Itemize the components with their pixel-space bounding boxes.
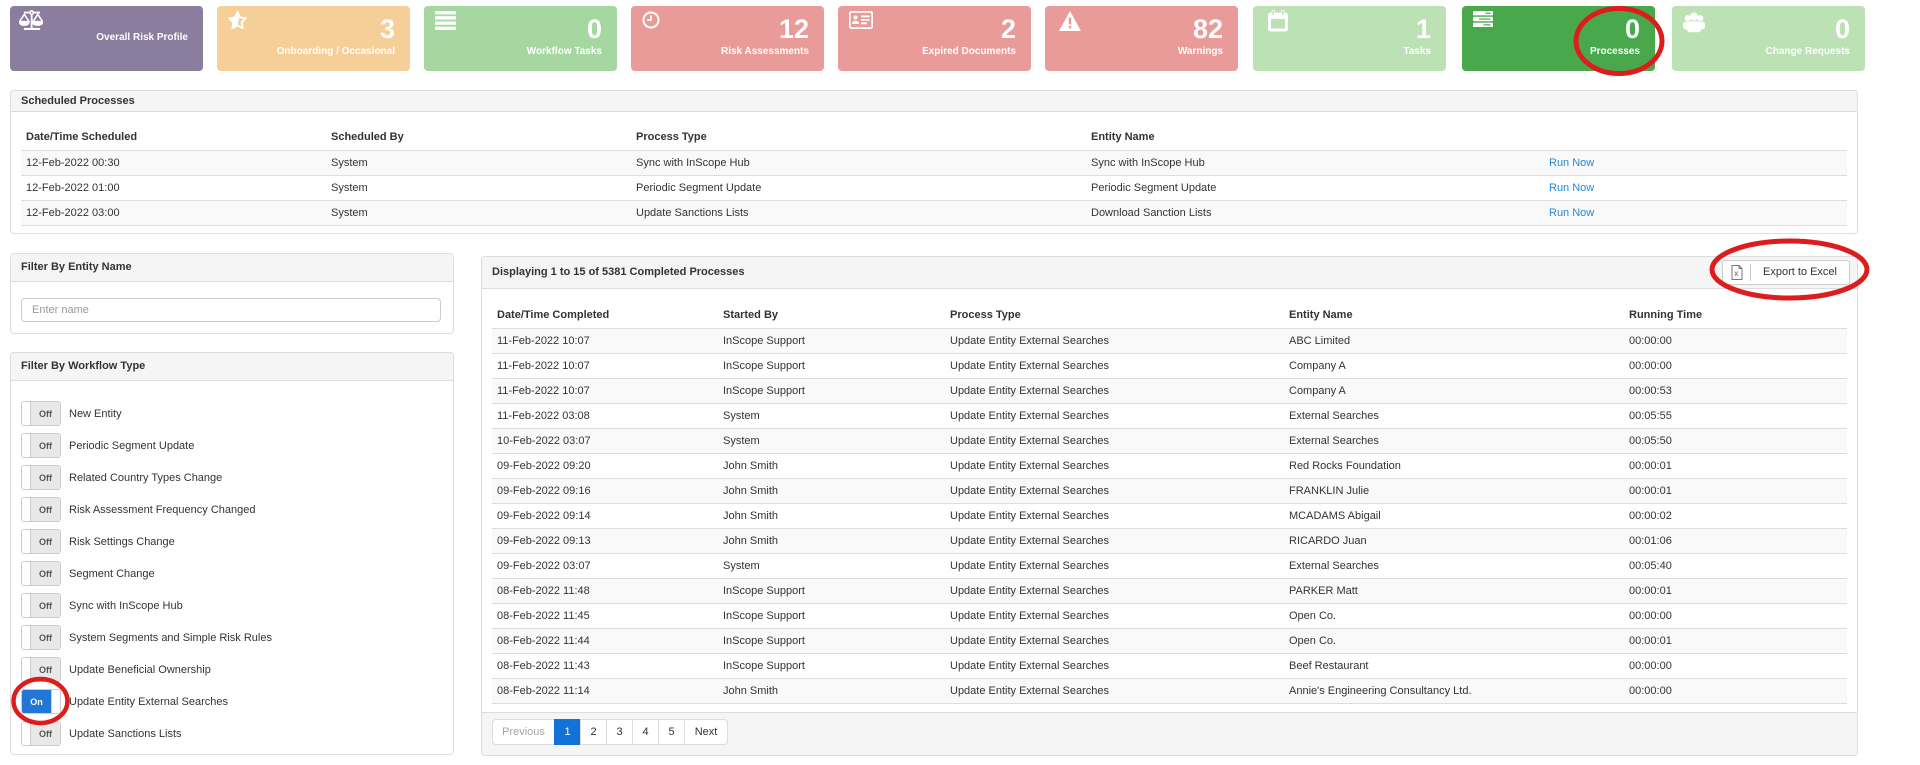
svg-text:x: x: [1734, 269, 1738, 278]
